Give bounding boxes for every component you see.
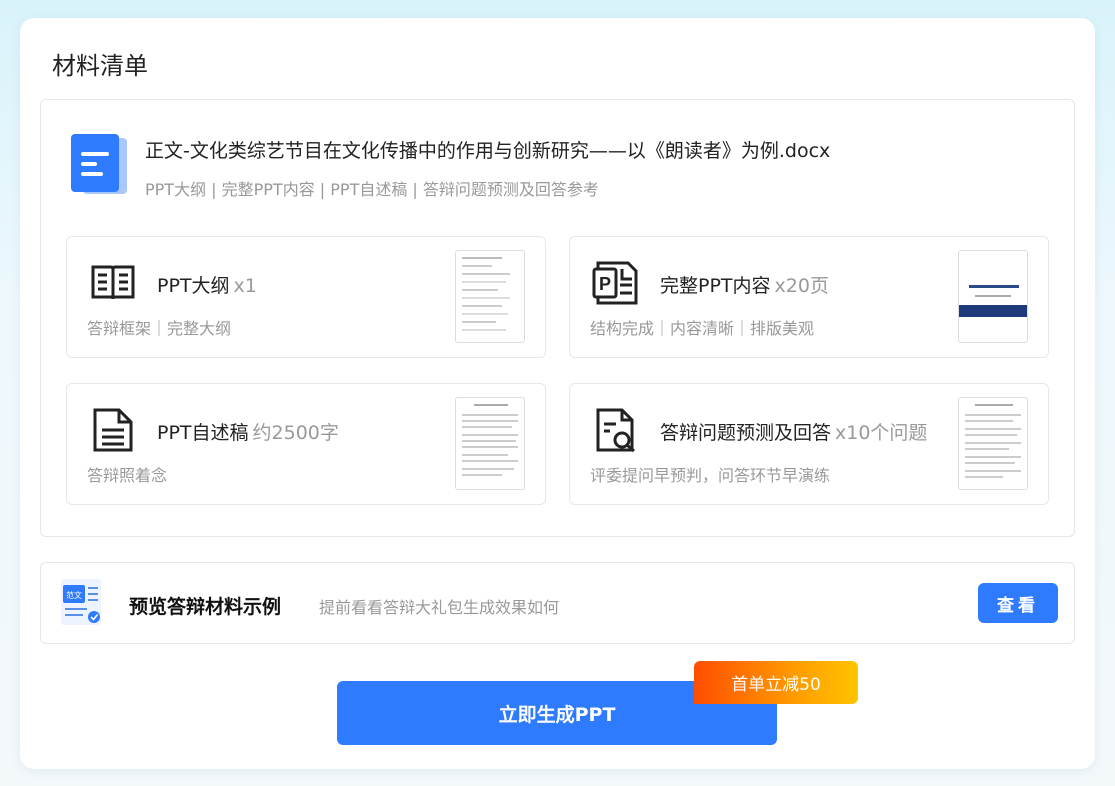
- ppt-thumbnail[interactable]: [958, 250, 1028, 343]
- preview-description: 提前看看答辩大礼包生成效果如何: [319, 598, 560, 617]
- svg-text:P: P: [599, 274, 611, 294]
- item-title: PPT自述稿 约2500字: [157, 422, 339, 444]
- item-description: 答辩照着念: [87, 466, 168, 485]
- item-quantity: x1: [233, 275, 257, 297]
- item-quantity: 约2500字: [252, 422, 339, 444]
- item-title: 答辩问题预测及回答 x10个问题: [660, 422, 928, 444]
- script-thumbnail[interactable]: [455, 397, 525, 490]
- preview-title: 预览答辩材料示例: [129, 596, 282, 618]
- item-title: PPT大纲 x1: [157, 275, 257, 297]
- item-description: 评委提问早预判，问答环节早演练: [590, 466, 831, 485]
- item-full-ppt: P 完整PPT内容 x20页 结构完成｜内容清晰｜排版美观: [569, 236, 1049, 358]
- item-title: 完整PPT内容 x20页: [660, 275, 829, 297]
- preview-example-bar: 范文 预览答辩材料示例 提前看看答辩大礼包生成效果如何 查看: [40, 562, 1075, 644]
- materials-panel: 材料清单 正文-文化类综艺节目在文化传播中的作用与创新研究——以《朗读者》为例.…: [20, 18, 1095, 769]
- qa-thumbnail[interactable]: [958, 397, 1028, 490]
- item-description: 结构完成｜内容清晰｜排版美观: [590, 319, 815, 338]
- item-quantity: x10个问题: [835, 422, 928, 444]
- item-quantity: x20页: [774, 275, 829, 297]
- ppt-file-icon: P: [592, 261, 638, 305]
- item-description: 答辩框架｜完整大纲: [87, 319, 232, 338]
- item-ppt-script: PPT自述稿 约2500字 答辩照着念: [66, 383, 546, 505]
- file-box: 正文-文化类综艺节目在文化传播中的作用与创新研究——以《朗读者》为例.docx …: [40, 99, 1075, 537]
- sample-document-icon: 范文: [61, 579, 101, 625]
- item-qa-prediction: 答辩问题预测及回答 x10个问题 评委提问早预判，问答环节早演练: [569, 383, 1049, 505]
- document-search-icon: [596, 408, 635, 452]
- outline-thumbnail[interactable]: [455, 250, 525, 343]
- open-book-icon: [91, 265, 135, 300]
- view-button[interactable]: 查看: [978, 583, 1058, 623]
- first-order-discount-badge: 首单立减50: [694, 661, 858, 704]
- item-ppt-outline: PPT大纲 x1 答辩框架｜完整大纲: [66, 236, 546, 358]
- file-contents: PPT大纲 | 完整PPT内容 | PPT自述稿 | 答辩问题预测及回答参考: [145, 180, 599, 199]
- panel-title: 材料清单: [52, 52, 148, 80]
- word-document-icon: [71, 134, 127, 194]
- file-name: 正文-文化类综艺节目在文化传播中的作用与创新研究——以《朗读者》为例.docx: [145, 140, 831, 162]
- svg-text:范文: 范文: [66, 590, 82, 600]
- document-lines-icon: [93, 408, 133, 452]
